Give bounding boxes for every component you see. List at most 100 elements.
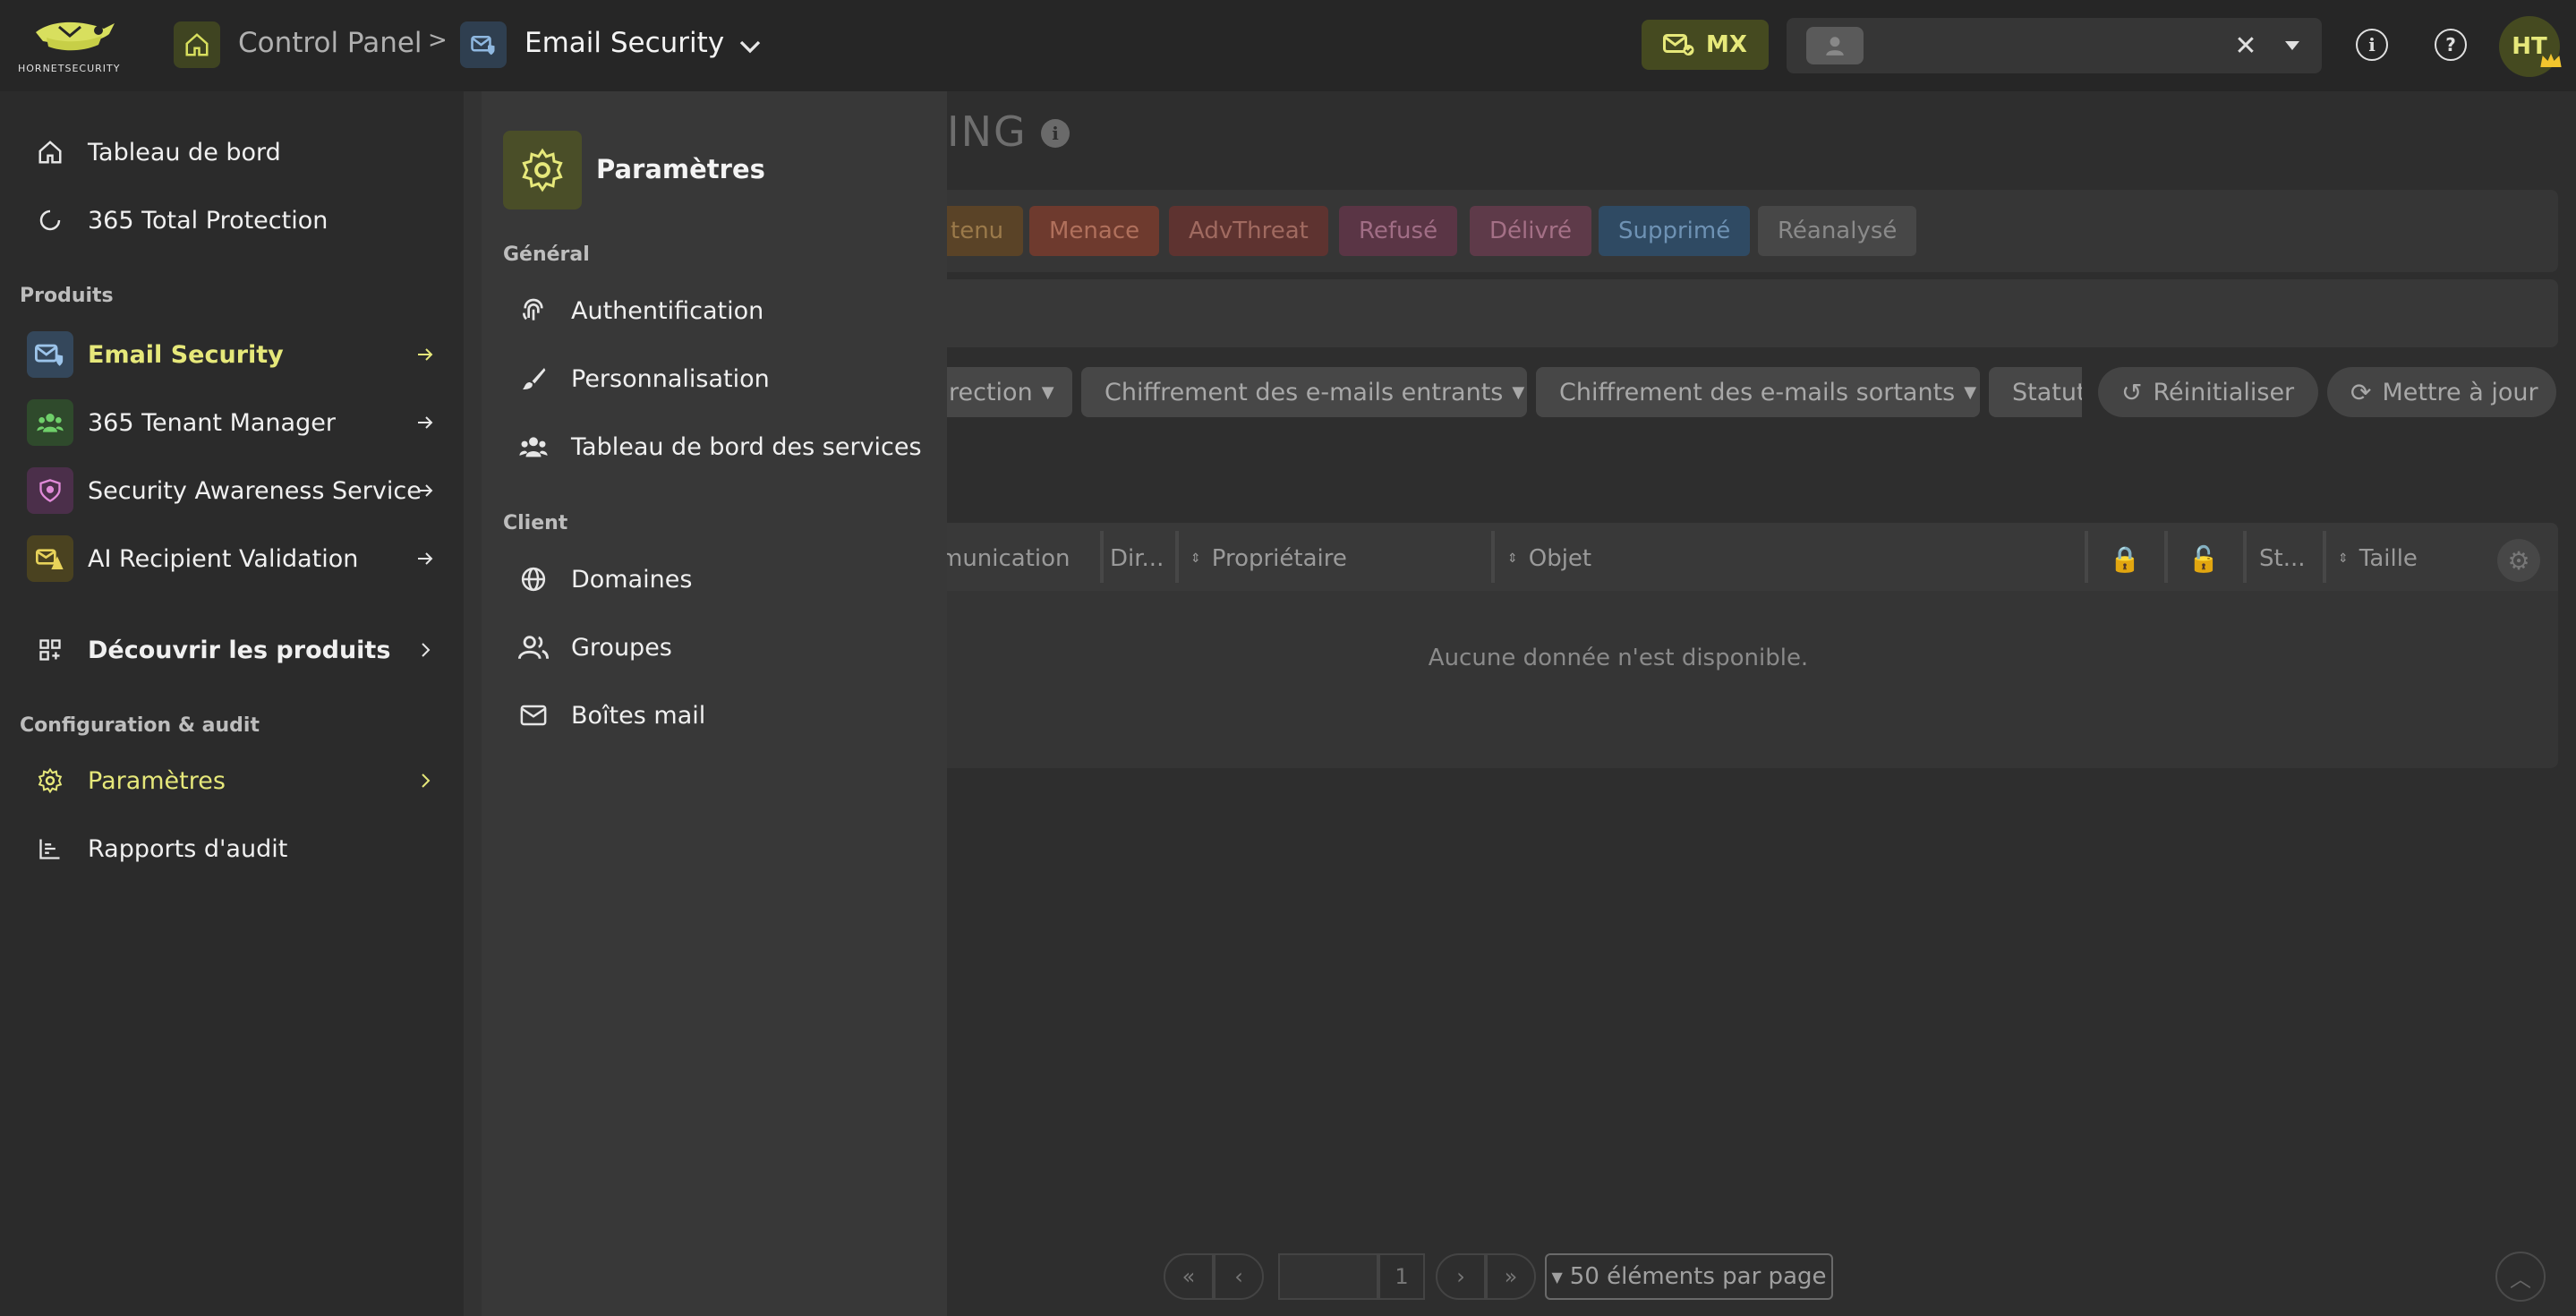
column-communication[interactable]: munication bbox=[940, 537, 1070, 580]
clear-icon[interactable]: ✕ bbox=[2231, 30, 2261, 62]
column-subject[interactable]: ⇕ Objet bbox=[1507, 537, 1591, 580]
status-filter[interactable]: Statut bbox=[1989, 367, 2082, 417]
incoming-encryption-filter[interactable]: Chiffrement des e-mails entrants ▼ bbox=[1081, 367, 1527, 417]
help-icon[interactable]: ? bbox=[2435, 29, 2467, 61]
column-status[interactable]: St... bbox=[2259, 537, 2306, 580]
globe-icon bbox=[517, 563, 550, 595]
chevron-down-icon[interactable] bbox=[732, 29, 768, 64]
submenu-item-domains[interactable]: Domaines bbox=[482, 550, 947, 609]
settings-submenu: Paramètres Général Authentification Pers… bbox=[482, 91, 947, 1316]
page-input[interactable] bbox=[1278, 1253, 1378, 1300]
outgoing-encryption-filter[interactable]: Chiffrement des e-mails sortants ▼ bbox=[1536, 367, 1980, 417]
paintbrush-icon bbox=[517, 363, 550, 395]
arrow-right-icon bbox=[414, 411, 437, 434]
mx-badge[interactable]: MX bbox=[1642, 20, 1769, 70]
incoming-lock-icon[interactable]: 🔒 bbox=[2105, 537, 2145, 580]
per-page-select[interactable]: ▼ 50 éléments par page bbox=[1545, 1253, 1833, 1300]
undo-icon: ↺ bbox=[2121, 377, 2143, 407]
chip-deleted[interactable]: Supprimé bbox=[1599, 206, 1751, 256]
email-security-icon bbox=[460, 21, 507, 68]
submenu-item-services-dashboard[interactable]: Tableau de bord des services bbox=[482, 417, 947, 476]
arrow-right-icon bbox=[414, 343, 437, 366]
chevron-right-icon bbox=[414, 769, 437, 792]
column-size[interactable]: ⇕ Taille bbox=[2338, 537, 2418, 580]
outgoing-lock-icon[interactable]: 🔓 bbox=[2184, 537, 2223, 580]
column-divider[interactable] bbox=[1175, 531, 1179, 583]
user-icon bbox=[1806, 27, 1864, 64]
submenu-item-label: Authentification bbox=[571, 296, 764, 325]
sidebar-item-settings[interactable]: Paramètres bbox=[0, 748, 464, 813]
info-icon[interactable]: i bbox=[2356, 29, 2388, 61]
sort-icon: ⇕ bbox=[1507, 551, 1518, 566]
search-bar[interactable] bbox=[947, 279, 2558, 347]
home-icon[interactable] bbox=[174, 21, 220, 68]
breadcrumb-current[interactable]: Email Security bbox=[525, 27, 724, 59]
column-divider[interactable] bbox=[2164, 531, 2168, 583]
email-security-icon bbox=[27, 331, 73, 378]
sidebar-item-dashboard[interactable]: Tableau de bord bbox=[0, 120, 464, 184]
user-search-field[interactable]: ✕ bbox=[1787, 18, 2322, 73]
chip-rejected[interactable]: Refusé bbox=[1339, 206, 1458, 256]
first-page-button[interactable]: « bbox=[1164, 1253, 1214, 1300]
logo-text: HORNETSECURITY bbox=[18, 63, 121, 74]
info-icon[interactable]: i bbox=[1041, 119, 1070, 148]
dropdown-caret-icon[interactable] bbox=[2277, 30, 2307, 61]
user-group-outline-icon bbox=[517, 631, 550, 663]
empty-message: Aucune donnée n'est disponible. bbox=[1428, 645, 1809, 671]
sidebar-item-365-tenant-manager[interactable]: 365 Tenant Manager bbox=[0, 390, 464, 455]
submenu-item-mailboxes[interactable]: Boîtes mail bbox=[482, 686, 947, 745]
sort-icon: ⇕ bbox=[2338, 551, 2349, 566]
sidebar-item-365-total-protection[interactable]: 365 Total Protection bbox=[0, 188, 464, 252]
sidebar-item-email-security[interactable]: Email Security bbox=[0, 322, 464, 387]
direction-filter[interactable]: rection ▼ bbox=[931, 367, 1072, 417]
submenu-item-label: Personnalisation bbox=[571, 364, 770, 393]
sidebar-item-audit-reports[interactable]: Rapports d'audit bbox=[0, 816, 464, 881]
column-divider[interactable] bbox=[1100, 531, 1104, 583]
table-settings-icon[interactable]: ⚙ bbox=[2497, 539, 2540, 582]
breadcrumb-root[interactable]: Control Panel bbox=[238, 27, 422, 59]
column-size-label: Taille bbox=[2358, 545, 2418, 572]
column-divider[interactable] bbox=[2323, 531, 2326, 583]
next-page-button[interactable]: › bbox=[1436, 1253, 1486, 1300]
column-owner[interactable]: ⇕ Propriétaire bbox=[1190, 537, 1347, 580]
sidebar-item-label: Tableau de bord bbox=[88, 138, 281, 167]
per-page-label: 50 éléments par page bbox=[1569, 1263, 1827, 1290]
submenu-item-label: Boîtes mail bbox=[571, 701, 706, 730]
chevron-down-icon: ▼ bbox=[1041, 382, 1054, 402]
chip-reanalyzed[interactable]: Réanalysé bbox=[1758, 206, 1917, 256]
sidebar-item-discover-products[interactable]: Découvrir les produits bbox=[0, 618, 464, 682]
apps-add-icon bbox=[27, 627, 73, 673]
submenu-item-personalization[interactable]: Personnalisation bbox=[482, 349, 947, 408]
arrow-right-icon bbox=[414, 479, 437, 502]
reset-button[interactable]: ↺ Réinitialiser bbox=[2098, 367, 2318, 417]
sidebar-item-label: Découvrir les produits bbox=[88, 636, 391, 664]
scroll-top-button[interactable]: ︿ bbox=[2495, 1252, 2546, 1302]
chevron-down-icon: ▼ bbox=[1964, 382, 1977, 402]
chip-threat[interactable]: Menace bbox=[1029, 206, 1160, 256]
column-divider[interactable] bbox=[1491, 531, 1495, 583]
sidebar-item-label: Email Security bbox=[88, 340, 284, 369]
submenu-title: Paramètres bbox=[596, 154, 765, 184]
column-divider[interactable] bbox=[2085, 531, 2088, 583]
submenu-item-groups[interactable]: Groupes bbox=[482, 618, 947, 677]
page-title: ING bbox=[947, 107, 1028, 156]
prev-page-button[interactable]: ‹ bbox=[1214, 1253, 1264, 1300]
sidebar-item-label: 365 Tenant Manager bbox=[88, 408, 336, 437]
refresh-button[interactable]: ⟳ Mettre à jour bbox=[2327, 367, 2556, 417]
submenu-item-authentication[interactable]: Authentification bbox=[482, 281, 947, 340]
crown-icon bbox=[2538, 48, 2563, 73]
last-page-button[interactable]: » bbox=[1486, 1253, 1536, 1300]
outgoing-encryption-label: Chiffrement des e-mails sortants bbox=[1559, 378, 1956, 406]
chip-advthreat[interactable]: AdvThreat bbox=[1169, 206, 1328, 256]
column-divider[interactable] bbox=[2243, 531, 2247, 583]
chip-delivered[interactable]: Délivré bbox=[1470, 206, 1591, 256]
sidebar-item-security-awareness[interactable]: Security Awareness Service bbox=[0, 458, 464, 523]
avatar[interactable]: HT bbox=[2499, 16, 2563, 77]
gear-icon bbox=[27, 757, 73, 804]
sidebar: Tableau de bord 365 Total Protection Pro… bbox=[0, 91, 464, 1316]
sidebar-item-ai-recipient-validation[interactable]: AI Recipient Validation bbox=[0, 526, 464, 591]
hornetsecurity-logo[interactable]: HORNETSECURITY bbox=[16, 16, 131, 77]
sidebar-item-label: Rapports d'audit bbox=[88, 834, 288, 863]
column-direction[interactable]: Dir... bbox=[1110, 537, 1164, 580]
refresh-icon: ⟳ bbox=[2350, 377, 2372, 407]
